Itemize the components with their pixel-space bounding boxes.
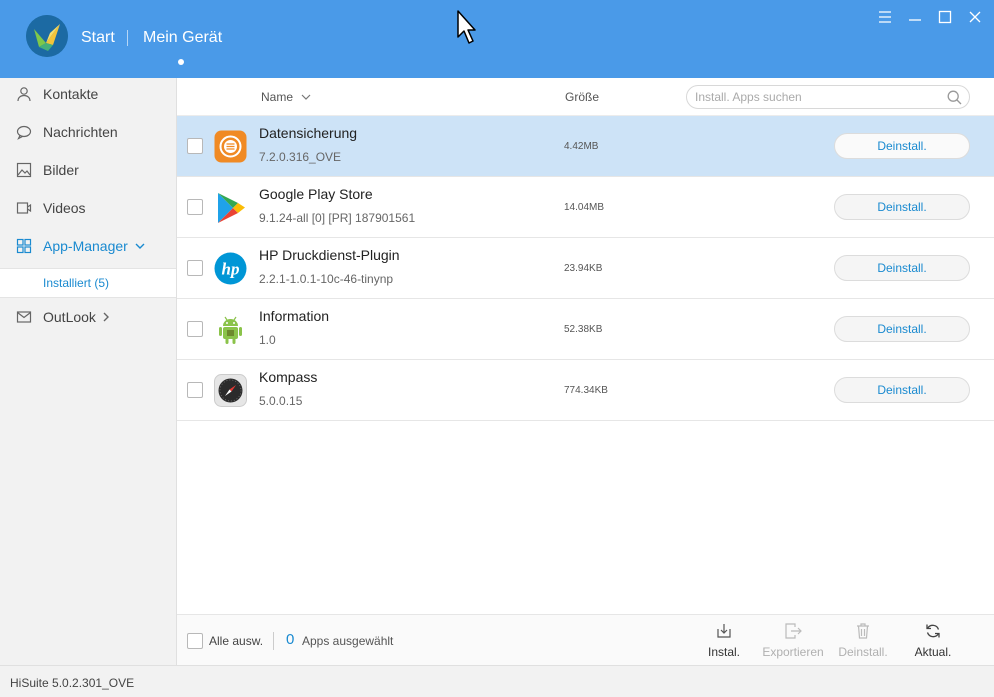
sidebar-item-label: App-Manager (43, 238, 128, 254)
nav-divider (127, 30, 128, 46)
image-icon (15, 161, 33, 179)
table-row[interactable]: Google Play Store 9.1.24-all [0] [PR] 18… (177, 177, 994, 238)
uninstall-button[interactable]: Deinstall. (834, 194, 970, 220)
sidebar-item-label: Bilder (43, 162, 79, 178)
export-label: Exportieren (762, 645, 824, 659)
chevron-right-icon (103, 312, 109, 322)
grid-icon (15, 237, 33, 255)
install-label: Instal. (707, 645, 740, 659)
sort-chevron-icon (301, 94, 311, 100)
app-version: 7.2.0.316_OVE (259, 150, 342, 164)
export-button[interactable]: Exportieren (759, 623, 827, 663)
minimize-icon[interactable] (906, 8, 924, 26)
export-icon (759, 623, 827, 641)
chevron-down-icon (135, 243, 145, 249)
nav-my-device[interactable]: Mein Gerät (143, 29, 222, 47)
sidebar-item-label: Videos (43, 200, 86, 216)
row-checkbox[interactable] (187, 321, 203, 337)
sidebar-subitem-installed[interactable]: Installiert (5) (0, 268, 176, 298)
column-size-label[interactable]: Größe (565, 90, 599, 104)
sidebar-item-outlook[interactable]: OutLook (0, 298, 176, 336)
version-text: HiSuite 5.0.2.301_OVE (10, 676, 135, 690)
search-input[interactable] (695, 89, 935, 105)
person-icon (15, 85, 33, 103)
table-row[interactable]: hp HP Druckdienst-Plugin 2.2.1-1.0.1-10c… (177, 238, 994, 299)
search-box[interactable] (686, 85, 970, 109)
row-checkbox[interactable] (187, 199, 203, 215)
search-icon[interactable] (947, 90, 962, 110)
maximize-icon[interactable] (936, 8, 954, 26)
app-version: 2.2.1-1.0.1-10c-46-tinynp (259, 272, 394, 286)
app-name: Google Play Store (259, 186, 373, 202)
refresh-label: Aktual. (914, 645, 952, 659)
video-icon (15, 199, 33, 217)
column-name-sort[interactable]: Name (261, 90, 311, 104)
sidebar-item-pictures[interactable]: Bilder (0, 151, 176, 189)
mouse-pointer-icon (456, 10, 476, 51)
sidebar-item-messages[interactable]: Nachrichten (0, 113, 176, 151)
app-size: 774.34KB (564, 385, 608, 396)
app-name: Kompass (259, 369, 318, 385)
uninstall-selected-label: Deinstall. (838, 645, 888, 659)
select-all-checkbox[interactable] (187, 633, 203, 649)
app-version: 1.0 (259, 333, 276, 347)
app-name: Datensicherung (259, 125, 358, 141)
app-version: 9.1.24-all [0] [PR] 187901561 (259, 211, 416, 225)
play-store-icon (214, 191, 247, 224)
selected-count: 0 (286, 631, 295, 648)
app-name: Information (259, 308, 330, 324)
hisuite-logo (26, 15, 68, 57)
sidebar: Kontakte Nachrichten Bilder Videos App-M… (0, 78, 177, 665)
app-name: HP Druckdienst-Plugin (259, 247, 400, 263)
title-bar: Start Mein Gerät (0, 0, 994, 78)
app-size: 14.04MB (564, 202, 605, 213)
uninstall-button[interactable]: Deinstall. (834, 316, 970, 342)
uninstall-button[interactable]: Deinstall. (834, 377, 970, 403)
refresh-icon (911, 623, 955, 641)
status-bar: HiSuite 5.0.2.301_OVE (0, 665, 994, 697)
active-nav-indicator (178, 59, 184, 65)
uninstall-selected-button[interactable]: Deinstall. (835, 623, 891, 663)
svg-text:hp: hp (222, 260, 240, 279)
close-icon[interactable] (966, 8, 984, 26)
table-row[interactable]: Kompass 5.0.0.15 774.34KB Deinstall. (177, 360, 994, 421)
sidebar-item-label: Nachrichten (43, 124, 118, 140)
compass-icon (214, 374, 247, 407)
table-row[interactable]: Datensicherung 7.2.0.316_OVE 4.42MB Dein… (177, 116, 994, 177)
envelope-icon (15, 308, 33, 326)
select-all-label[interactable]: Alle ausw. (209, 634, 263, 648)
selected-count-label: Apps ausgewählt (302, 634, 394, 648)
app-version: 5.0.0.15 (259, 394, 303, 408)
install-button[interactable]: Instal. (704, 623, 744, 663)
sidebar-item-label: OutLook (43, 309, 96, 325)
menu-icon[interactable] (876, 8, 894, 26)
nav-start[interactable]: Start (81, 29, 115, 47)
column-name-label: Name (261, 90, 294, 104)
table-row[interactable]: Information 1.0 52.38KB Deinstall. (177, 299, 994, 360)
app-size: 52.38KB (564, 324, 603, 335)
row-checkbox[interactable] (187, 138, 203, 154)
table-header: Name Größe (177, 78, 994, 116)
sidebar-item-app-manager[interactable]: App-Manager (0, 227, 176, 265)
toolbar-divider (273, 632, 274, 650)
row-checkbox[interactable] (187, 382, 203, 398)
backup-app-icon (214, 130, 247, 163)
sidebar-item-contacts[interactable]: Kontakte (0, 75, 176, 113)
app-list-panel: Name Größe Datensicherung 7.2.0.316_OVE … (177, 78, 994, 665)
chat-bubble-icon (15, 123, 33, 141)
bottom-toolbar: Alle ausw. 0 Apps ausgewählt Instal. Exp… (177, 614, 994, 665)
download-icon (704, 623, 744, 641)
sidebar-item-videos[interactable]: Videos (0, 189, 176, 227)
android-icon (214, 313, 247, 346)
trash-icon (835, 623, 891, 641)
row-checkbox[interactable] (187, 260, 203, 276)
uninstall-button[interactable]: Deinstall. (834, 255, 970, 281)
uninstall-button[interactable]: Deinstall. (834, 133, 970, 159)
hp-logo-icon: hp (214, 252, 247, 285)
sidebar-item-label: Kontakte (43, 86, 99, 102)
app-size: 4.42MB (564, 141, 599, 152)
refresh-button[interactable]: Aktual. (911, 623, 955, 663)
app-size: 23.94KB (564, 263, 603, 274)
